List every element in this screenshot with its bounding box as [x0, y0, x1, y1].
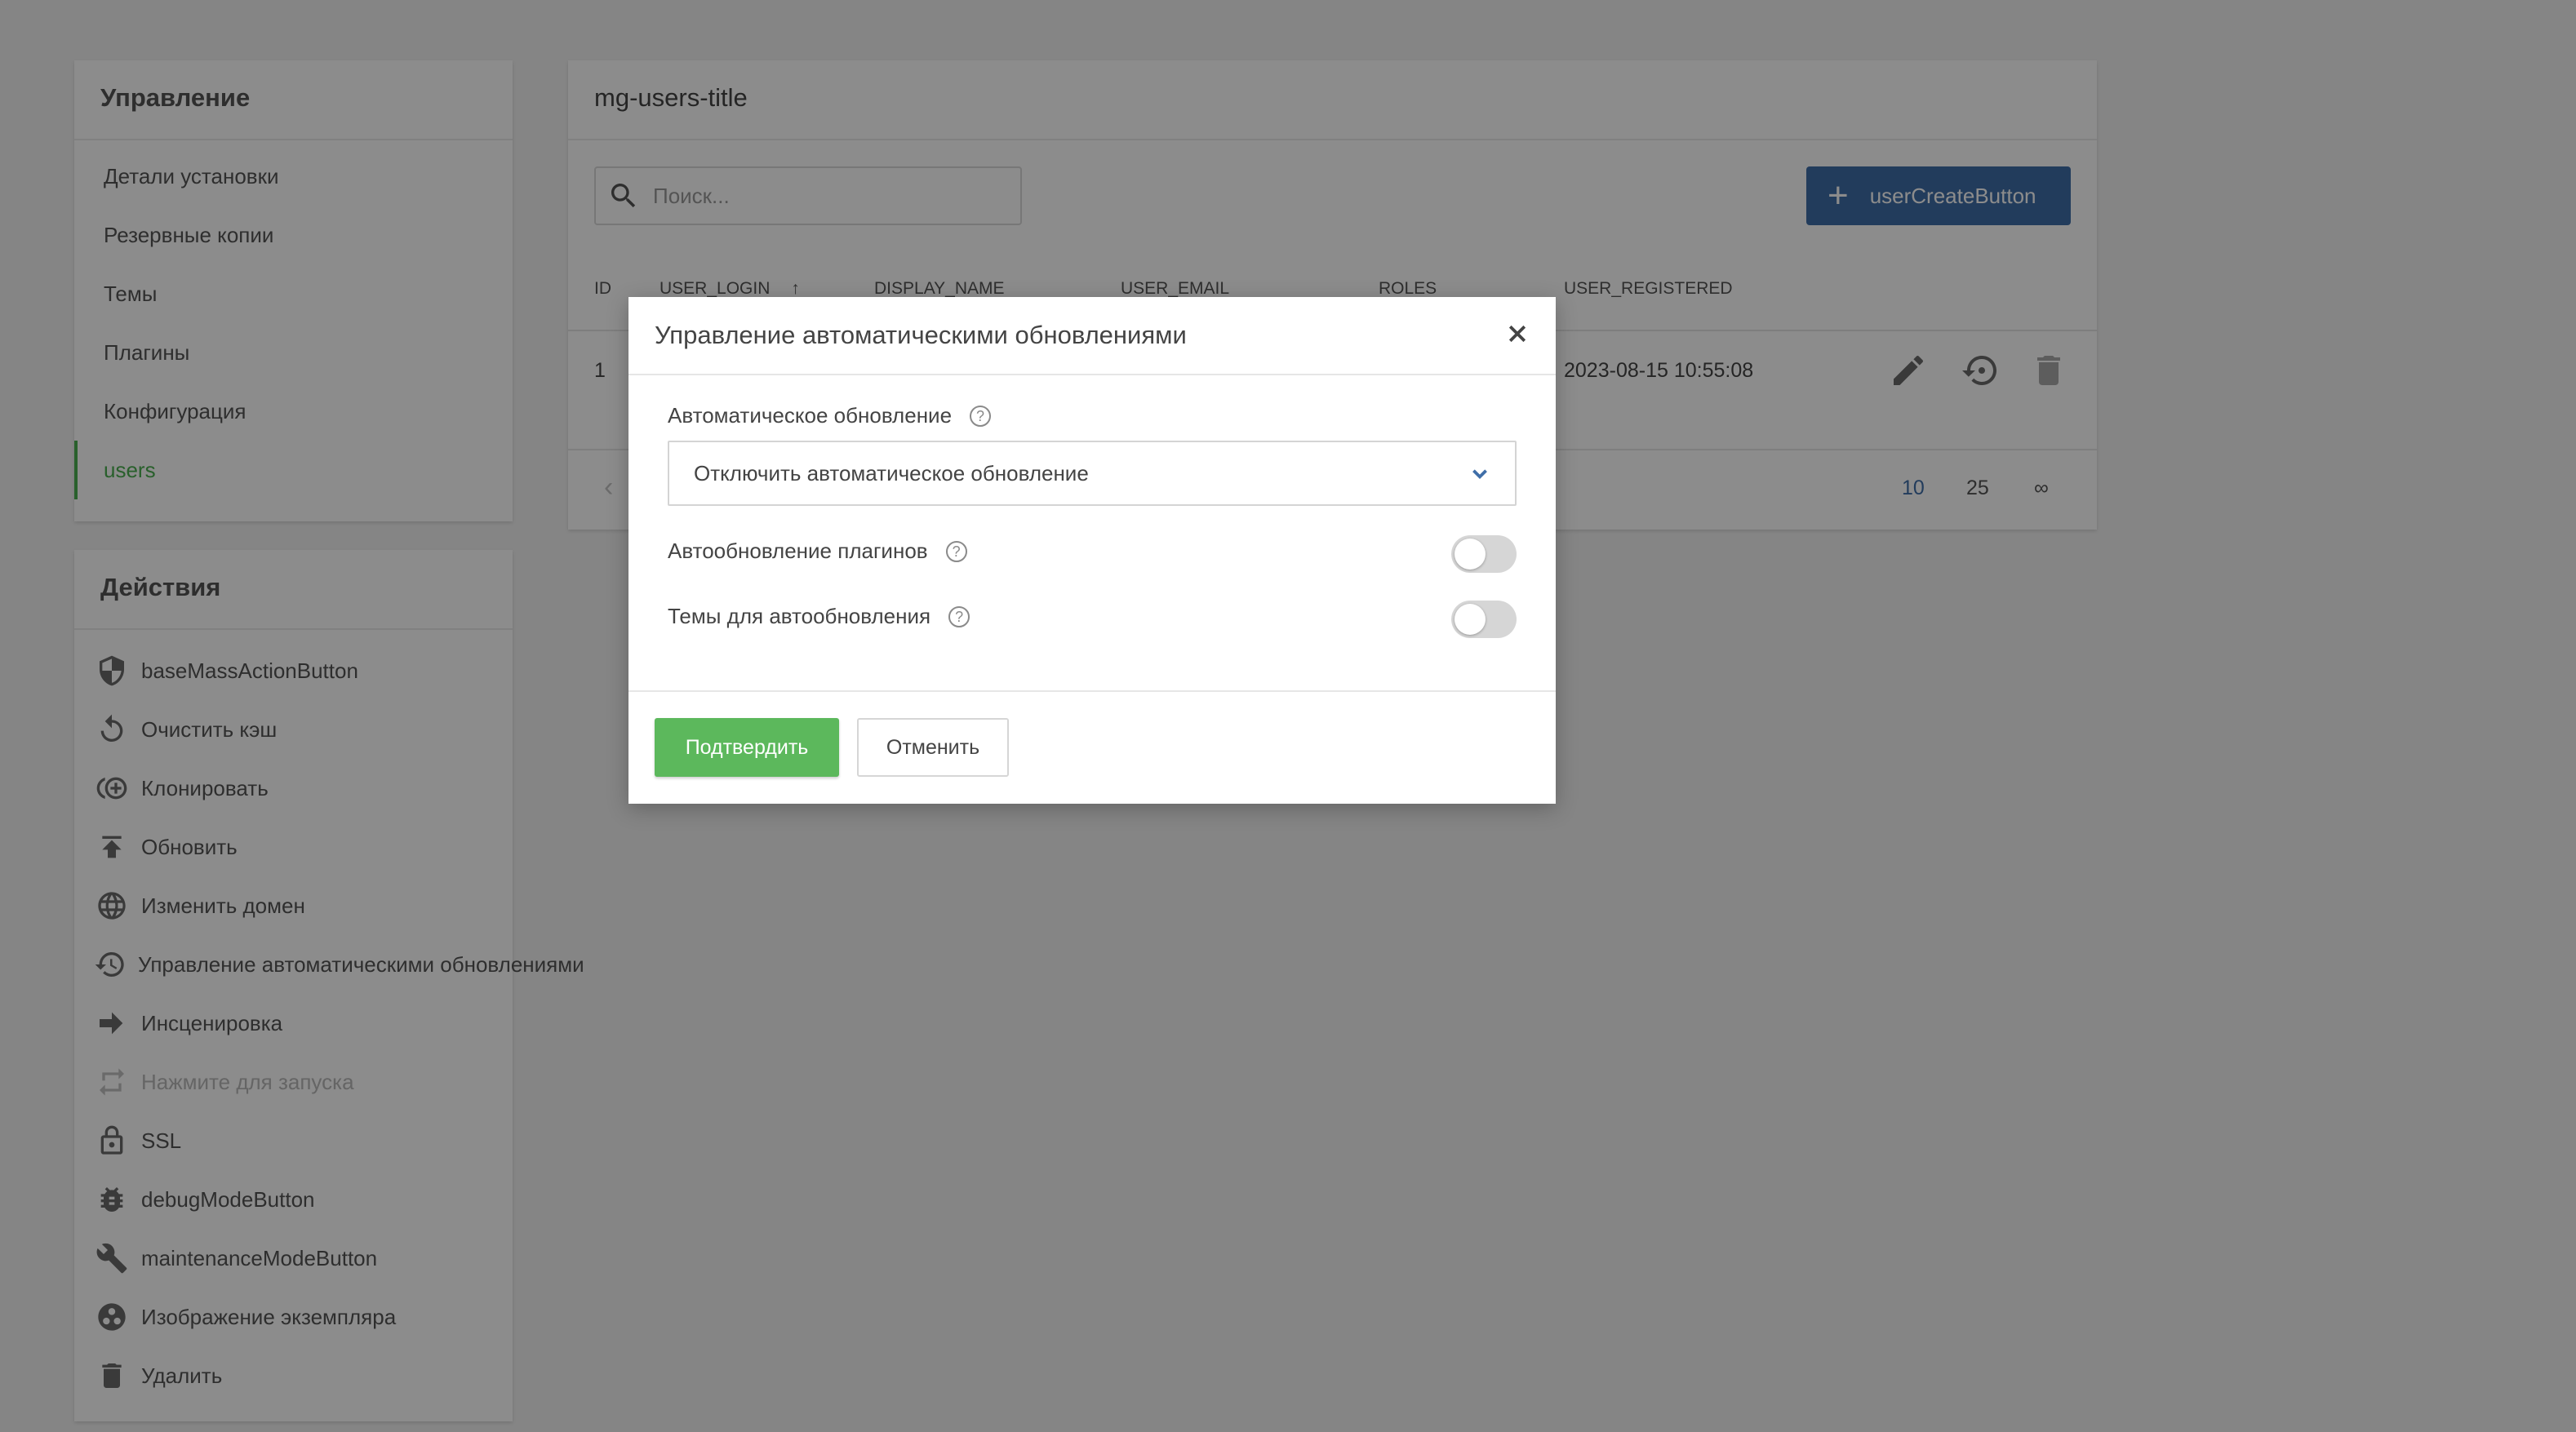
toggle-knob — [1455, 604, 1486, 635]
plugins-toggle[interactable] — [1451, 535, 1517, 573]
close-icon[interactable] — [1505, 321, 1530, 350]
help-icon[interactable]: ? — [970, 405, 992, 427]
auto-updates-modal: Управление автоматическими обновлениями … — [628, 297, 1556, 804]
auto-update-label: Автоматическое обновление — [668, 403, 953, 428]
confirm-button[interactable]: Подтвердить — [655, 718, 839, 777]
plugins-field: Автообновление плагинов ? — [668, 539, 967, 564]
themes-toggle[interactable] — [1451, 601, 1517, 638]
auto-update-value: Отключить автоматическое обновление — [694, 460, 1089, 485]
auto-update-select[interactable]: Отключить автоматическое обновление — [668, 441, 1517, 506]
cancel-button[interactable]: Отменить — [857, 718, 1009, 777]
modal-title: Управление автоматическими обновлениями — [655, 321, 1187, 349]
plugins-label: Автообновление плагинов — [668, 539, 928, 563]
chevron-down-icon — [1472, 469, 1487, 480]
divider — [628, 690, 1556, 692]
help-icon[interactable]: ? — [948, 605, 970, 627]
help-icon[interactable]: ? — [945, 540, 967, 562]
auto-update-field: Автоматическое обновление ? — [668, 403, 992, 428]
themes-field: Темы для автообновления ? — [668, 604, 970, 629]
themes-label: Темы для автообновления — [668, 604, 931, 628]
toggle-knob — [1455, 539, 1486, 570]
